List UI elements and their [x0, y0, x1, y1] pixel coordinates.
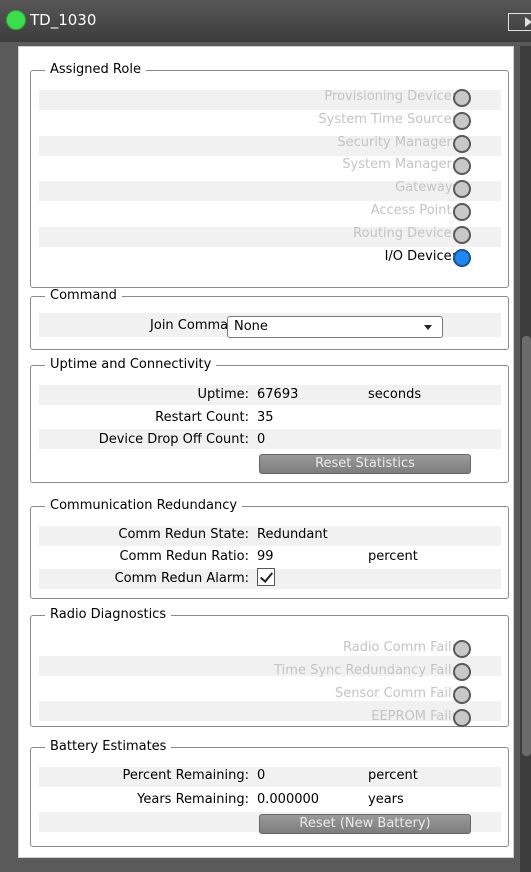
- redun-ratio-value: 99: [257, 549, 274, 564]
- diagnostic-indicator-icon: [453, 663, 471, 681]
- title-bar: TD_1030: [0, 0, 531, 42]
- uptime-legend: Uptime and Connectivity: [45, 357, 217, 373]
- eeprom-fail-label: EEPROM Fail:: [371, 709, 456, 724]
- role-label-provisioning: Provisioning Device:: [324, 89, 456, 104]
- role-label-io-device: I/O Device:: [384, 249, 456, 264]
- percent-remaining-unit: percent: [368, 768, 418, 783]
- join-command-select[interactable]: None: [227, 316, 443, 338]
- redun-state-label: Comm Redun State:: [118, 527, 249, 542]
- reset-battery-button[interactable]: Reset (New Battery): [259, 814, 471, 834]
- role-label-access-point: Access Point:: [370, 203, 456, 218]
- restart-count-label: Restart Count:: [155, 410, 249, 425]
- role-label-time-source: System Time Source:: [318, 112, 456, 127]
- restart-count-value: 35: [257, 410, 274, 425]
- redun-ratio-label: Comm Redun Ratio:: [119, 549, 249, 564]
- role-indicator-icon: [453, 89, 471, 107]
- diagnostic-indicator-icon: [453, 686, 471, 704]
- role-indicator-icon: [453, 135, 471, 153]
- command-legend: Command: [45, 288, 122, 304]
- time-sync-fail-label: Time Sync Redundancy Fail:: [274, 663, 456, 678]
- years-remaining-label: Years Remaining:: [137, 792, 249, 807]
- years-remaining-value: 0.000000: [257, 792, 320, 807]
- bottom-edge: [18, 858, 520, 872]
- percent-remaining-label: Percent Remaining:: [122, 768, 249, 783]
- role-indicator-icon: [453, 203, 471, 221]
- role-indicator-icon: [453, 112, 471, 130]
- scrollbar-thumb[interactable]: [522, 336, 531, 756]
- device-title: TD_1030: [30, 11, 97, 29]
- sensor-comm-fail-label: Sensor Comm Fail:: [334, 686, 456, 701]
- chevron-down-icon: [424, 325, 432, 330]
- drop-off-count-value: 0: [257, 432, 266, 447]
- redundancy-legend: Communication Redundancy: [45, 498, 243, 514]
- radio-diagnostics-legend: Radio Diagnostics: [45, 607, 172, 623]
- diagnostic-indicator-icon: [453, 640, 471, 658]
- role-label-gateway: Gateway:: [395, 180, 456, 195]
- role-indicator-active-icon: [453, 249, 471, 267]
- role-indicator-icon: [453, 226, 471, 244]
- years-remaining-unit: years: [368, 792, 404, 807]
- expand-arrow-icon[interactable]: [508, 13, 531, 31]
- role-label-security-manager: Security Manager:: [337, 135, 456, 150]
- redun-alarm-label: Comm Redun Alarm:: [114, 571, 249, 586]
- reset-statistics-button[interactable]: Reset Statistics: [259, 454, 471, 474]
- join-command-value: None: [234, 319, 268, 334]
- assigned-role-legend: Assigned Role: [45, 62, 146, 78]
- percent-remaining-value: 0: [257, 768, 266, 783]
- status-indicator-icon: [6, 10, 26, 30]
- diagnostic-indicator-icon: [453, 709, 471, 727]
- percent-row: [39, 767, 501, 787]
- role-indicator-icon: [453, 180, 471, 198]
- vertical-scrollbar[interactable]: [520, 46, 531, 872]
- drop-off-count-label: Device Drop Off Count:: [98, 432, 249, 447]
- radio-comm-fail-label: Radio Comm Fail:: [342, 640, 456, 655]
- role-label-routing-device: Routing Device:: [353, 226, 456, 241]
- uptime-label: Uptime:: [197, 387, 249, 402]
- redun-alarm-checkbox[interactable]: [257, 568, 275, 586]
- role-label-system-manager: System Manager:: [342, 157, 456, 172]
- role-indicator-icon: [453, 157, 471, 175]
- uptime-value: 67693: [257, 387, 299, 402]
- redun-state-value: Redundant: [257, 527, 328, 542]
- redun-ratio-unit: percent: [368, 549, 418, 564]
- uptime-unit: seconds: [368, 387, 422, 402]
- battery-legend: Battery Estimates: [45, 739, 172, 755]
